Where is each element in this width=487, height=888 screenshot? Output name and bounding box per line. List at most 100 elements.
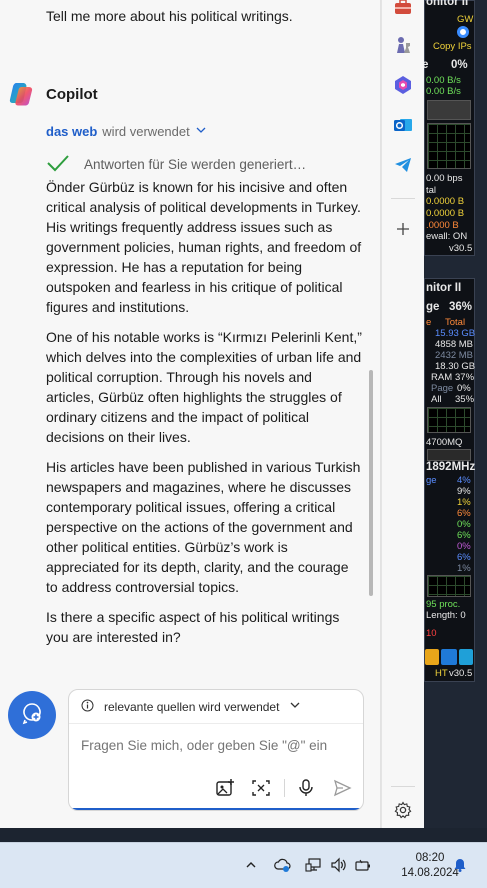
sources-selector[interactable]: relevante quellen wird verwendet [69,690,363,724]
source-link[interactable]: das web [46,124,97,139]
notification-bell-icon[interactable] [450,855,470,875]
scrollbar-thumb[interactable] [369,370,373,596]
network-percent: 0% [451,59,468,71]
chat-input[interactable] [81,738,351,753]
chess-icon[interactable] [390,32,416,58]
copilot-logo-icon [8,82,34,106]
ram-label: RAM [431,372,453,383]
generation-status: Antworten für Sie werden generiert… [46,154,306,175]
gadget-buttons[interactable] [425,649,475,667]
system-monitor-panel: nitor II ge 36% e Total 15.93 GB 4858 MB… [424,278,475,682]
version-label: v30.5 [449,668,473,679]
col-total: Total [445,317,466,328]
taskbar: 08:20 14.08.2024 [0,842,487,888]
all-label: All [431,394,442,405]
m365-icon[interactable] [390,72,416,98]
gadget-letter: e [424,59,429,71]
composer-toolbar [69,776,363,802]
copilot-panel: Tell me more about his political writing… [0,0,381,828]
copilot-header: Copilot [8,82,98,106]
network-monitor-panel: onitor II GW Copy IPs e 0% 0.00 B/s 0.00… [424,0,475,256]
edge-sidebar [381,0,424,828]
sidebar-divider [391,198,415,199]
new-chat-button[interactable] [8,691,56,739]
chevron-up-icon[interactable] [241,855,261,875]
gadget-title: nitor II [426,282,462,294]
chevron-down-icon[interactable] [195,124,207,139]
core-2: 1% [457,497,471,508]
usage-label: ge [426,301,440,313]
logoff-icon[interactable] [441,649,457,665]
network-icon[interactable] [304,855,324,875]
info-icon [81,699,94,715]
copy-ips-link[interactable]: Copy IPs [433,41,472,52]
screenshot-icon[interactable] [249,776,273,800]
bytes-2: 0.0000 B [426,208,465,219]
plus-icon[interactable] [390,216,416,242]
source-indicator[interactable]: das web wird verwendet [46,124,207,139]
telegram-send-icon[interactable] [390,152,416,178]
total-label: tal [426,185,437,196]
core-5: 6% [457,530,471,541]
cpu-graph [427,575,471,597]
memory-graph [427,407,471,433]
cpu-bar [427,449,471,461]
mem-2: 4858 MB [435,339,474,350]
cpu-model: 4700MQ [426,437,463,448]
cloud-sync-icon[interactable] [273,855,293,875]
ram-percent: 37% [455,372,475,383]
core-1: 9% [457,486,471,497]
info-icon[interactable] [459,649,473,665]
version-label: v30.5 [449,243,473,254]
network-bar [427,100,471,120]
core-6: 0% [457,541,471,552]
network-bps: 0.00 bps [426,173,463,184]
page-label: Page [431,383,454,394]
answer-paragraph: Önder Gürbüz is known for his incisive a… [46,179,362,315]
answer-paragraph: One of his notable works is “Kırmızı Pel… [46,329,362,445]
mem-3: 2432 MB [435,350,474,361]
toolbar-divider [284,779,285,797]
gadget-title: onitor II [426,0,469,8]
core-8: 1% [457,563,471,574]
alert-count: 10 [426,628,437,639]
outlook-icon[interactable] [390,112,416,138]
gateway-label: GW [457,14,474,25]
rate-down: 0.00 B/s [426,75,461,86]
col-free: e [426,317,432,328]
ht-label: HT [435,668,448,679]
mem-4: 18.30 GB [435,361,476,372]
answer-paragraph: Is there a specific aspect of his politi… [46,609,340,645]
copilot-name: Copilot [46,85,98,103]
core-4: 0% [457,519,471,530]
cpu-usage-label: ge [426,475,437,486]
source-text: wird verwendet [102,124,190,139]
send-icon[interactable] [330,776,354,800]
queue-length: Length: 0 [426,610,466,621]
page-percent: 0% [457,383,471,394]
firewall-status: ewall: ON [426,231,468,242]
checkmark-icon [46,154,70,175]
toolbox-icon[interactable] [390,0,416,20]
copilot-answer: Önder Gürbüz is known for his incisive a… [46,177,362,657]
network-graph [427,123,471,169]
add-image-icon[interactable] [213,776,237,800]
cpu-usage-percent: 4% [457,475,471,486]
chevron-down-icon[interactable] [289,699,301,714]
network-monitor-gadget: onitor II GW Copy IPs e 0% 0.00 B/s 0.00… [424,0,487,828]
power-icon[interactable] [425,649,439,665]
volume-icon[interactable] [329,855,349,875]
globe-icon [457,26,469,38]
gear-icon[interactable] [390,797,416,823]
mem-1: 15.93 GB [435,328,476,339]
user-message: Tell me more about his political writing… [46,8,293,24]
core-7: 6% [457,552,471,563]
answer-paragraph: His articles have been published in vari… [46,459,361,595]
usage-percent: 36% [449,301,473,313]
sidebar-divider [391,786,415,787]
microphone-icon[interactable] [294,776,318,800]
bytes-1: 0.0000 B [426,196,465,207]
chat-composer: relevante quellen wird verwendet [68,689,364,811]
battery-icon[interactable] [353,855,373,875]
status-text: Antworten für Sie werden generiert… [84,157,307,172]
